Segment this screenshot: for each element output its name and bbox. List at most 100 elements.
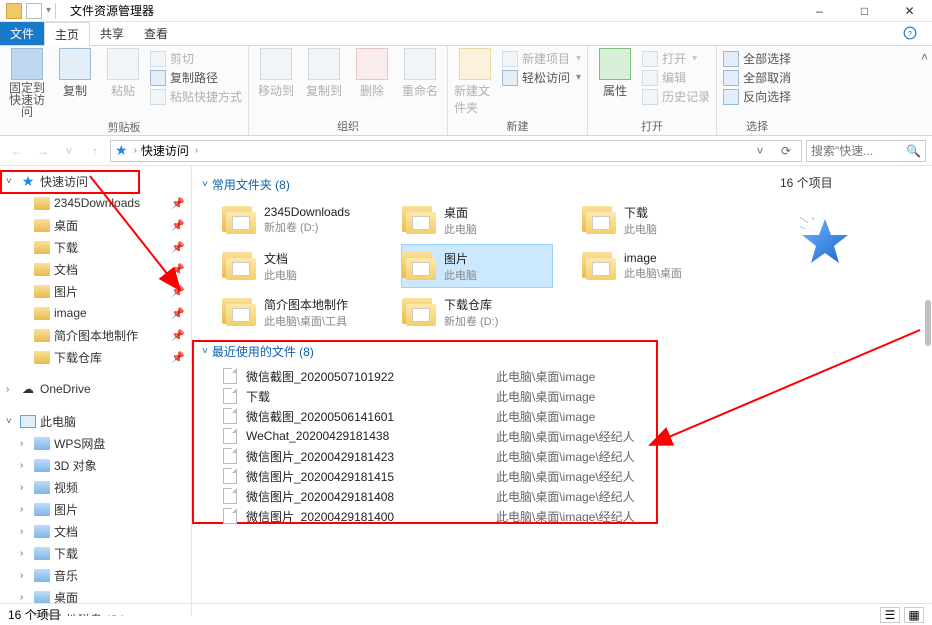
refresh-button[interactable]: ⟳ bbox=[775, 144, 797, 158]
window-title: 文件资源管理器 bbox=[70, 2, 154, 19]
folder-item[interactable]: 下载仓库新加卷 (D:) bbox=[402, 291, 552, 333]
qat-dropdown-icon[interactable]: ▾ bbox=[46, 5, 51, 16]
new-folder-button[interactable]: 新建文件夹 bbox=[454, 48, 496, 116]
pin-quick-access-button[interactable]: 固定到快速访问 bbox=[6, 48, 48, 118]
organize-group-label: 组织 bbox=[255, 117, 441, 135]
folder-icon bbox=[34, 261, 50, 277]
rename-button[interactable]: 重命名 bbox=[399, 48, 441, 99]
icons-view-button[interactable]: ▦ bbox=[904, 607, 924, 623]
paste-shortcut-button[interactable]: 粘贴快捷方式 bbox=[150, 88, 242, 105]
history-button[interactable]: 历史记录 bbox=[642, 88, 710, 105]
item-count: 16 个项目 bbox=[780, 174, 924, 191]
folder-icon bbox=[582, 202, 618, 238]
help-button[interactable]: ? bbox=[887, 22, 932, 44]
sidebar-item[interactable]: image📌 bbox=[0, 302, 191, 324]
up-button[interactable]: ↑ bbox=[84, 140, 106, 162]
forward-button[interactable]: → bbox=[32, 140, 54, 162]
recent-file-row[interactable]: 微信图片_20200429181423此电脑\桌面\image\经纪人 bbox=[202, 446, 762, 466]
minimize-button[interactable]: – bbox=[797, 0, 842, 22]
search-input[interactable] bbox=[811, 144, 906, 158]
chevron-right-icon[interactable]: › bbox=[134, 145, 137, 156]
tab-home[interactable]: 主页 bbox=[44, 22, 90, 46]
file-icon bbox=[222, 408, 238, 424]
move-to-button[interactable]: 移动到 bbox=[255, 48, 297, 99]
file-menu[interactable]: 文件 bbox=[0, 22, 44, 45]
sidebar-item[interactable]: 文档📌 bbox=[0, 258, 191, 280]
paste-button[interactable]: 粘贴 bbox=[102, 48, 144, 99]
new-item-button[interactable]: 新建项目▾ bbox=[502, 50, 581, 67]
file-name: 微信图片_20200429181415 bbox=[246, 468, 496, 485]
sidebar-item[interactable]: 2345Downloads📌 bbox=[0, 192, 191, 214]
sidebar-quick-access[interactable]: ˅★快速访问 bbox=[0, 170, 191, 192]
sidebar-item[interactable]: 下载📌 bbox=[0, 236, 191, 258]
recent-file-row[interactable]: 微信图片_20200429181400此电脑\桌面\image\经纪人 bbox=[202, 506, 762, 526]
sidebar-item[interactable]: ›音乐 bbox=[0, 564, 191, 586]
folder-item[interactable]: image此电脑\桌面 bbox=[582, 245, 732, 287]
select-all-button[interactable]: 全部选择 bbox=[723, 50, 791, 67]
easy-access-button[interactable]: 轻松访问▾ bbox=[502, 69, 581, 86]
sidebar-item[interactable]: 下载仓库📌 bbox=[0, 346, 191, 368]
recent-locations-button[interactable]: ˅ bbox=[58, 140, 80, 162]
item-icon bbox=[34, 523, 50, 539]
group-frequent-folders[interactable]: ˅常用文件夹 (8) bbox=[202, 176, 762, 193]
folder-item[interactable]: 图片此电脑 bbox=[402, 245, 552, 287]
folder-sub: 此电脑\桌面 bbox=[624, 265, 682, 281]
sidebar-item[interactable]: ›视频 bbox=[0, 476, 191, 498]
sidebar-item[interactable]: ›下载 bbox=[0, 542, 191, 564]
recent-file-row[interactable]: 微信图片_20200429181415此电脑\桌面\image\经纪人 bbox=[202, 466, 762, 486]
sidebar-item-label: WPS网盘 bbox=[54, 435, 105, 452]
folder-item[interactable]: 2345Downloads新加卷 (D:) bbox=[222, 199, 372, 241]
paste-label: 粘贴 bbox=[111, 82, 135, 99]
group-recent-files[interactable]: ˅最近使用的文件 (8) bbox=[202, 343, 762, 360]
delete-button[interactable]: 删除 bbox=[351, 48, 393, 99]
folder-icon bbox=[222, 248, 258, 284]
folder-item[interactable]: 桌面此电脑 bbox=[402, 199, 552, 241]
copy-path-button[interactable]: 复制路径 bbox=[150, 69, 242, 86]
sidebar-item[interactable]: 图片📌 bbox=[0, 280, 191, 302]
sidebar-item[interactable]: ›图片 bbox=[0, 498, 191, 520]
edit-button[interactable]: 编辑 bbox=[642, 69, 710, 86]
back-button[interactable]: ← bbox=[6, 140, 28, 162]
close-button[interactable]: ✕ bbox=[887, 0, 932, 22]
folder-item[interactable]: 简介图本地制作此电脑\桌面\工具 bbox=[222, 291, 372, 333]
select-none-button[interactable]: 全部取消 bbox=[723, 69, 791, 86]
properties-button[interactable]: 属性 bbox=[594, 48, 636, 99]
search-box[interactable]: 🔍 bbox=[806, 140, 926, 162]
folder-item[interactable]: 下载此电脑 bbox=[582, 199, 732, 241]
tab-share[interactable]: 共享 bbox=[90, 22, 134, 45]
sidebar-onedrive[interactable]: ›☁OneDrive bbox=[0, 378, 191, 400]
address-box[interactable]: ★ › 快速访问 › ˅ ⟳ bbox=[110, 140, 802, 162]
invert-selection-button[interactable]: 反向选择 bbox=[723, 88, 791, 105]
sidebar-item[interactable]: 桌面📌 bbox=[0, 214, 191, 236]
sidebar-this-pc[interactable]: ˅此电脑 bbox=[0, 410, 191, 432]
sidebar-item[interactable]: ›文档 bbox=[0, 520, 191, 542]
folder-name: 下载 bbox=[624, 204, 657, 221]
qat-icon[interactable] bbox=[26, 3, 42, 19]
copy-label: 复制 bbox=[63, 82, 87, 99]
recent-file-row[interactable]: 微信截图_20200506141601此电脑\桌面\image bbox=[202, 406, 762, 426]
copy-to-button[interactable]: 复制到 bbox=[303, 48, 345, 99]
collapse-ribbon-button[interactable]: ˄ bbox=[917, 46, 932, 135]
cut-button[interactable]: 剪切 bbox=[150, 50, 242, 67]
addr-dropdown-icon[interactable]: ˅ bbox=[749, 144, 771, 158]
sidebar-item[interactable]: 简介图本地制作📌 bbox=[0, 324, 191, 346]
file-name: 微信截图_20200507101922 bbox=[246, 368, 496, 385]
maximize-button[interactable]: □ bbox=[842, 0, 887, 22]
tab-view[interactable]: 查看 bbox=[134, 22, 178, 45]
recent-file-row[interactable]: WeChat_20200429181438此电脑\桌面\image\经纪人 bbox=[202, 426, 762, 446]
item-icon bbox=[34, 545, 50, 561]
recent-file-row[interactable]: 微信截图_20200507101922此电脑\桌面\image bbox=[202, 366, 762, 386]
status-text: 16 个项目 bbox=[8, 606, 61, 623]
folder-item[interactable]: 文档此电脑 bbox=[222, 245, 372, 287]
scrollbar-thumb[interactable] bbox=[925, 300, 931, 346]
sidebar-item[interactable]: ›3D 对象 bbox=[0, 454, 191, 476]
recent-file-row[interactable]: 下载此电脑\桌面\image bbox=[202, 386, 762, 406]
copy-button[interactable]: 复制 bbox=[54, 48, 96, 99]
recent-file-row[interactable]: 微信图片_20200429181408此电脑\桌面\image\经纪人 bbox=[202, 486, 762, 506]
chevron-right-icon[interactable]: › bbox=[195, 145, 198, 156]
details-view-button[interactable]: ☰ bbox=[880, 607, 900, 623]
quick-access-large-icon bbox=[800, 217, 924, 270]
sidebar-item[interactable]: ›WPS网盘 bbox=[0, 432, 191, 454]
sidebar-item-label: 简介图本地制作 bbox=[54, 327, 138, 344]
open-button[interactable]: 打开▾ bbox=[642, 50, 710, 67]
